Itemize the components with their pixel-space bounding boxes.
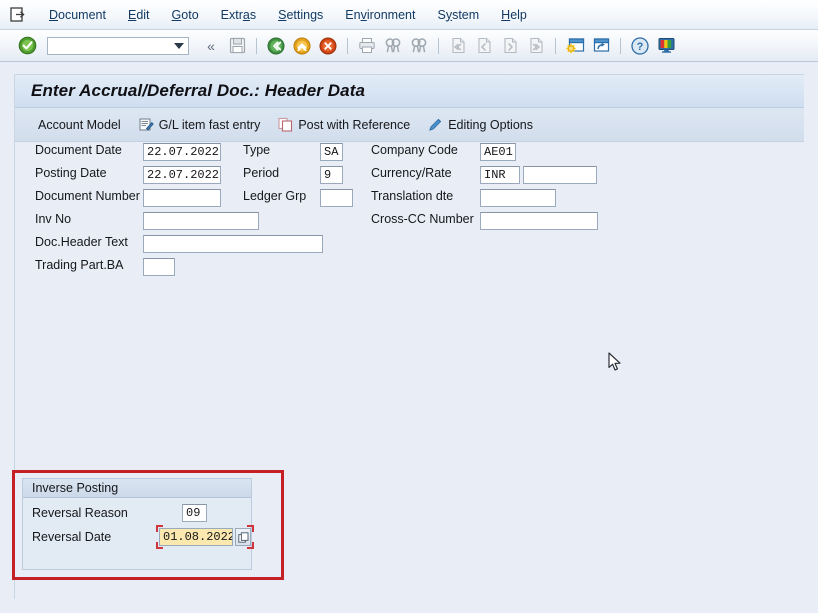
document-number-label: Document Number [35,189,140,203]
exit-icon[interactable] [291,35,313,57]
inv-no-input[interactable] [143,212,259,230]
post-with-reference-label: Post with Reference [298,117,411,132]
toolbar-separator [347,37,348,54]
rate-input[interactable] [523,166,597,184]
form-row-posting-date: Posting Date 22.07.2022 Period 9 Currenc… [15,166,804,188]
previous-page-icon [473,35,495,57]
menu-item-system[interactable]: System [426,6,490,24]
menu-item-environment[interactable]: Environment [334,6,426,24]
translation-dte-input[interactable] [480,189,556,207]
form-row-trading-part-ba: Trading Part.BA [15,258,804,280]
new-session-icon[interactable] [564,35,586,57]
doc-header-text-label: Doc.Header Text [35,235,128,249]
menu-item-extras[interactable]: Extras [210,6,267,24]
account-model-label: Account Model [38,117,121,132]
form-row-doc-header-text: Doc.Header Text [15,235,804,257]
toolbar-separator [256,37,257,54]
posting-date-input[interactable]: 22.07.2022 [143,166,221,184]
command-field[interactable] [47,36,189,55]
collapse-left-icon[interactable]: « [200,35,222,57]
document-date-input[interactable]: 22.07.2022 [143,143,221,161]
trading-part-ba-label: Trading Part.BA [35,258,124,272]
ledger-grp-label: Ledger Grp [243,189,307,203]
inv-no-label: Inv No [35,212,72,226]
company-code-input[interactable]: AE01 [480,143,516,161]
toolbar-separator [438,37,439,54]
document-number-input[interactable] [143,189,221,207]
document-date-label: Document Date [35,143,122,157]
doc-header-text-input[interactable] [143,235,323,253]
menu-bar: Document Edit Goto Extras Settings Envir… [0,0,818,30]
save-icon[interactable] [226,35,248,57]
print-icon[interactable] [356,35,378,57]
gl-item-fast-entry-button[interactable]: G/L item fast entry [132,115,268,134]
currency-input[interactable]: INR [480,166,520,184]
period-label: Period [243,166,280,180]
type-label: Type [243,143,271,157]
toolbar: « ? [0,30,818,62]
back-icon[interactable] [265,35,287,57]
next-page-icon [499,35,521,57]
first-page-icon [447,35,469,57]
editing-options-button[interactable]: Editing Options [421,115,540,134]
toolbar-separator [555,37,556,54]
company-code-label: Company Code [371,143,458,157]
copy-document-icon [278,117,293,132]
fast-entry-icon [139,117,154,132]
trading-part-ba-input[interactable] [143,258,175,276]
system-menu-icon[interactable] [10,6,28,23]
menu-item-edit[interactable]: Edit [117,6,161,24]
ledger-grp-input[interactable] [320,189,353,207]
find-next-icon[interactable] [408,35,430,57]
type-input[interactable]: SA [320,143,343,161]
screen-title-bar: Enter Accrual/Deferral Doc.: Header Data [15,75,804,108]
cross-cc-number-input[interactable] [480,212,598,230]
find-icon[interactable] [382,35,404,57]
svg-text:?: ? [637,41,644,53]
toolbar-separator [620,37,621,54]
menu-item-help[interactable]: Help [490,6,538,24]
menu-item-goto[interactable]: Goto [161,6,210,24]
cross-cc-number-label: Cross-CC Number [371,212,474,226]
create-shortcut-icon[interactable] [590,35,612,57]
help-icon[interactable]: ? [629,35,651,57]
form-row-inv-no: Inv No Cross-CC Number [15,212,804,234]
form-row-document-date: Document Date 22.07.2022 Type SA Company… [15,143,804,165]
period-input[interactable]: 9 [320,166,343,184]
application-toolbar: Account Model G/L item fast entry Post w… [15,108,804,142]
annotation-highlight-box [12,470,284,580]
currency-rate-label: Currency/Rate [371,166,452,180]
chevron-down-icon[interactable] [174,42,184,49]
post-with-reference-button[interactable]: Post with Reference [271,115,417,134]
form-row-document-number: Document Number Ledger Grp Translation d… [15,189,804,211]
editing-options-label: Editing Options [448,117,533,132]
cancel-icon[interactable] [317,35,339,57]
customize-local-layout-icon[interactable] [655,35,677,57]
gl-item-fast-entry-label: G/L item fast entry [158,117,261,132]
page-title: Enter Accrual/Deferral Doc.: Header Data [31,81,366,100]
green-check-icon[interactable] [18,36,37,55]
posting-date-label: Posting Date [35,166,107,180]
last-page-icon [525,35,547,57]
pencil-icon [428,117,443,132]
menu-item-document[interactable]: Document [38,6,117,24]
account-model-button[interactable]: Account Model [31,116,128,134]
menu-item-settings[interactable]: Settings [267,6,334,24]
translation-dte-label: Translation dte [371,189,454,203]
